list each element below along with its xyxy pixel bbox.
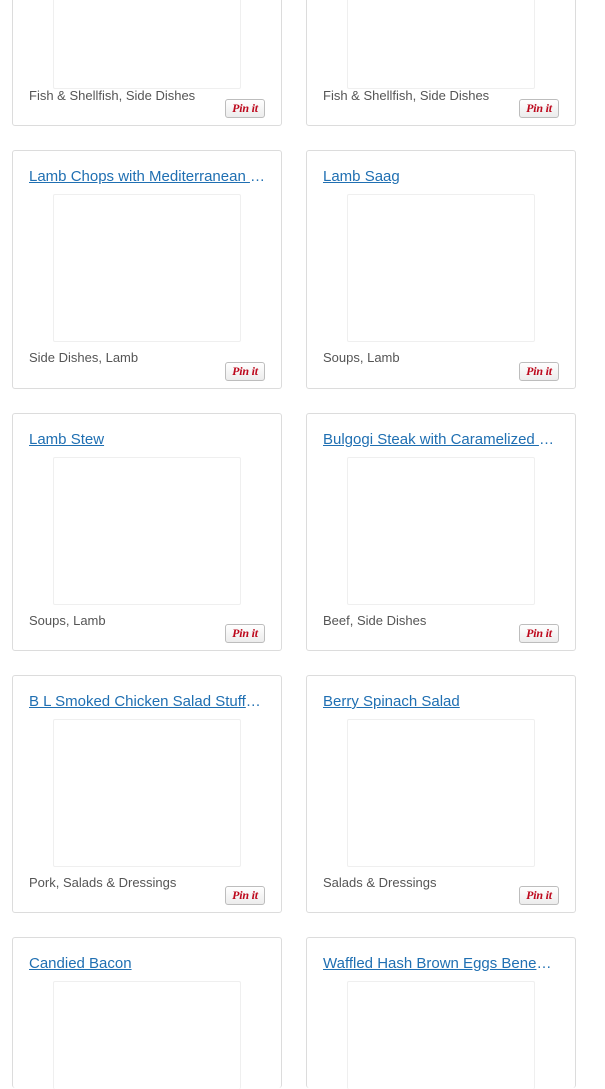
pin-it-label: Pin it — [526, 888, 552, 902]
pin-it-label: Pin it — [232, 626, 258, 640]
recipe-categories: Soups, Lamb — [323, 350, 400, 365]
recipe-image[interactable] — [53, 194, 241, 342]
recipe-image[interactable] — [347, 981, 535, 1089]
pin-it-button[interactable]: Pin it — [519, 624, 559, 643]
recipe-card: Fish & Shellfish, Side Dishes Pin it — [306, 0, 576, 126]
pin-it-button[interactable]: Pin it — [225, 624, 265, 643]
recipe-card: Lamb Chops with Mediterranean Salsa Side… — [12, 150, 282, 389]
pin-it-label: Pin it — [526, 364, 552, 378]
recipe-image[interactable] — [53, 981, 241, 1089]
pin-it-button[interactable]: Pin it — [225, 886, 265, 905]
recipe-image[interactable] — [53, 0, 241, 89]
recipe-title-link[interactable]: Lamb Chops with Mediterranean Salsa — [29, 167, 265, 187]
recipe-title-link[interactable]: Lamb Saag — [323, 167, 559, 187]
pin-it-label: Pin it — [232, 101, 258, 115]
pin-it-label: Pin it — [526, 101, 552, 115]
recipe-image[interactable] — [347, 194, 535, 342]
recipe-card: Lamb Stew Soups, Lamb Pin it — [12, 413, 282, 651]
pin-it-label: Pin it — [232, 364, 258, 378]
recipe-title-link[interactable]: Bulgogi Steak with Caramelized Onions — [323, 430, 559, 450]
pin-it-button[interactable]: Pin it — [519, 99, 559, 118]
recipe-title-link[interactable]: B L Smoked Chicken Salad Stuffed Tomatoe… — [29, 692, 265, 712]
pin-it-button[interactable]: Pin it — [225, 99, 265, 118]
recipe-card: Berry Spinach Salad Salads & Dressings P… — [306, 675, 576, 913]
recipe-card: Candied Bacon — [12, 937, 282, 1089]
recipe-categories: Side Dishes, Lamb — [29, 350, 139, 365]
recipe-categories: Soups, Lamb — [29, 613, 106, 628]
recipe-title-link[interactable]: Candied Bacon — [29, 954, 265, 974]
recipe-categories: Beef, Side Dishes — [323, 613, 427, 628]
recipe-image[interactable] — [347, 719, 535, 867]
recipe-categories: Fish & Shellfish, Side Dishes — [29, 88, 196, 103]
recipe-title-link[interactable]: Waffled Hash Brown Eggs Benedict — [323, 954, 559, 974]
recipe-categories: Fish & Shellfish, Side Dishes — [323, 88, 490, 103]
pin-it-button[interactable]: Pin it — [225, 362, 265, 381]
pin-it-label: Pin it — [232, 888, 258, 902]
recipe-categories: Salads & Dressings — [323, 875, 437, 890]
recipe-image[interactable] — [347, 457, 535, 605]
recipe-title-link[interactable]: Lamb Stew — [29, 430, 265, 450]
recipe-card: B L Smoked Chicken Salad Stuffed Tomatoe… — [12, 675, 282, 913]
recipe-categories: Pork, Salads & Dressings — [29, 875, 177, 890]
recipe-card: Waffled Hash Brown Eggs Benedict — [306, 937, 576, 1089]
recipe-image[interactable] — [53, 457, 241, 605]
pin-it-label: Pin it — [526, 626, 552, 640]
recipe-card: Bulgogi Steak with Caramelized Onions Be… — [306, 413, 576, 651]
pin-it-button[interactable]: Pin it — [519, 362, 559, 381]
recipe-card: Lamb Saag Soups, Lamb Pin it — [306, 150, 576, 389]
recipe-title-link[interactable]: Berry Spinach Salad — [323, 692, 559, 712]
recipe-image[interactable] — [347, 0, 535, 89]
recipe-card: Fish & Shellfish, Side Dishes Pin it — [12, 0, 282, 126]
pin-it-button[interactable]: Pin it — [519, 886, 559, 905]
recipe-image[interactable] — [53, 719, 241, 867]
